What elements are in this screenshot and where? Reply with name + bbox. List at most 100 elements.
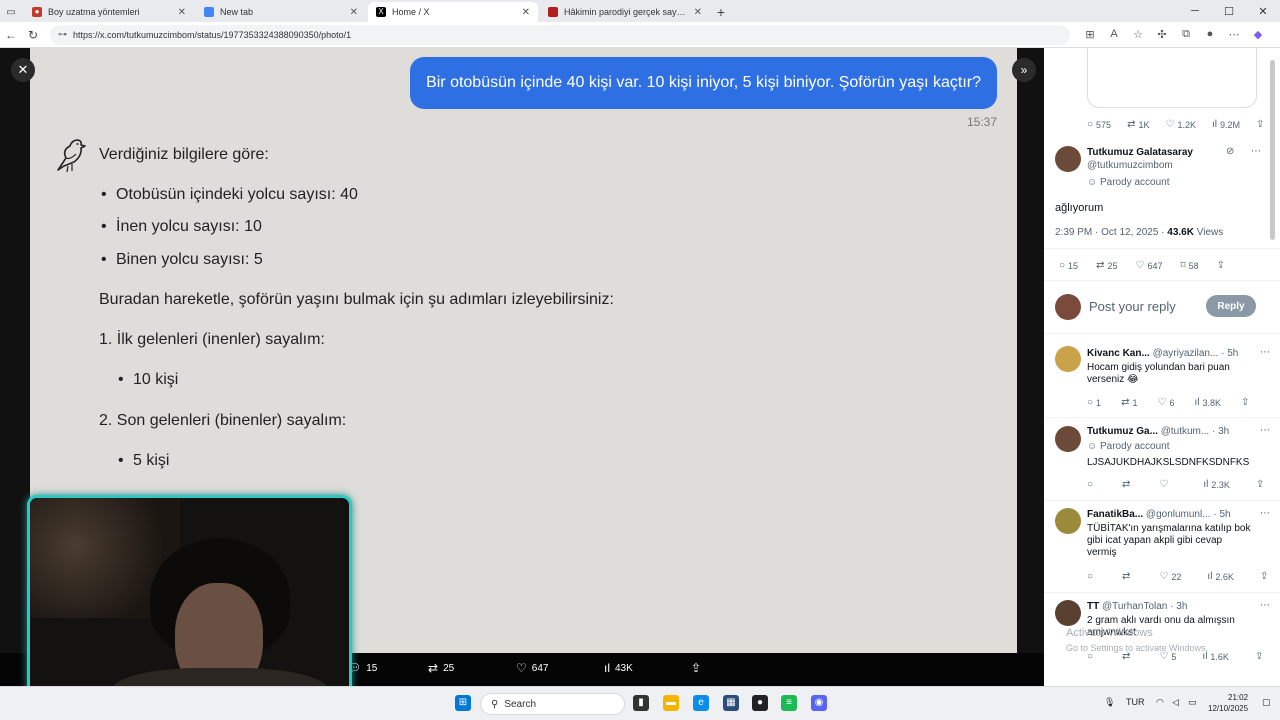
post-author-handle[interactable]: @tutkumuzcimbom <box>1087 160 1173 171</box>
share-stat[interactable]: ⇪ <box>1256 479 1267 490</box>
repost-stat[interactable]: ⇄ 1 <box>1121 397 1137 408</box>
tab-new-tab[interactable]: New tab ✕ <box>196 2 366 22</box>
repost-stat[interactable]: ⇄ <box>1122 571 1133 582</box>
avatar[interactable] <box>1055 346 1081 372</box>
reply-author[interactable]: Kivanc Kan... @ayriyazilan... · 5h <box>1087 348 1238 359</box>
address-bar[interactable]: ⊶ https://x.com/tutkumuzcimbom/status/19… <box>50 24 1070 45</box>
like-stat[interactable]: ♡ 1.2K <box>1165 119 1195 130</box>
avatar[interactable] <box>1055 600 1081 626</box>
file-explorer-icon[interactable]: ▬ <box>663 695 679 711</box>
post-timestamp[interactable]: 2:39 PM · Oct 12, 2025 · <box>1055 227 1165 238</box>
more-icon[interactable]: ⋯ <box>1260 600 1270 611</box>
views-stat[interactable]: ıl 2.3K <box>1203 479 1230 490</box>
share-action[interactable]: ⇪ <box>691 661 706 675</box>
profile-icon[interactable]: ● <box>1198 28 1222 41</box>
copilot-icon[interactable]: ◆ <box>1246 28 1270 41</box>
discord-icon[interactable]: ◉ <box>811 695 827 711</box>
heart-icon: ♡ <box>1135 260 1145 271</box>
site-info-icon[interactable]: ⊶ <box>58 29 67 40</box>
share-stat[interactable]: ⇪ <box>1255 651 1266 662</box>
reply-stat[interactable]: ○ <box>1087 571 1096 582</box>
like-stat[interactable]: ♡ 647 <box>1135 260 1162 271</box>
system-clock[interactable]: 21:02 12/10/2025 <box>1208 692 1248 714</box>
battery-icon[interactable]: ▭ <box>1188 697 1197 708</box>
maximize-icon[interactable]: ☐ <box>1212 0 1246 22</box>
repost-action[interactable]: ⇄ 25 <box>428 661 454 675</box>
translate-icon[interactable]: A <box>1102 28 1126 41</box>
new-tab-button[interactable]: + <box>710 2 732 22</box>
close-window-icon[interactable]: ✕ <box>1246 0 1280 22</box>
expand-sidebar-button[interactable]: » <box>1012 58 1036 82</box>
tab-actions-icon[interactable]: ▭ <box>0 2 22 22</box>
taskbar-search[interactable]: ⚲ Search <box>480 693 625 715</box>
share-stat[interactable]: ⇪ <box>1241 397 1252 408</box>
bookmark-stat[interactable]: ⌑ 58 <box>1180 260 1198 271</box>
repost-stat[interactable]: ⇄ <box>1122 479 1133 490</box>
views-stat[interactable]: ıl 2.6K <box>1207 571 1234 582</box>
more-icon[interactable]: ⋯ <box>1260 508 1270 519</box>
more-icon[interactable]: ⋯ <box>1260 347 1270 358</box>
like-stat[interactable]: ♡ 6 <box>1157 397 1174 408</box>
microphone-icon[interactable]: 🎙︎ <box>1104 697 1115 708</box>
volume-icon[interactable]: ◁ <box>1172 697 1179 708</box>
tab-boy-uzatma[interactable]: ● Boy uzatma yöntemleri ✕ <box>24 2 194 22</box>
edge-icon[interactable]: e <box>693 695 709 711</box>
reply-stat[interactable]: ○ 15 <box>1059 260 1078 271</box>
install-app-icon[interactable]: ⊞ <box>1078 28 1102 41</box>
avatar[interactable] <box>1055 508 1081 534</box>
repost-stat[interactable]: ⇄ 1K <box>1127 119 1149 130</box>
menu-icon[interactable]: ⋯ <box>1222 28 1246 41</box>
like-action[interactable]: ♡ 647 <box>516 661 548 675</box>
bookmark-star-icon[interactable]: ☆ <box>1126 28 1150 41</box>
avatar[interactable] <box>1055 146 1081 172</box>
more-icon[interactable]: ⋯ <box>1260 425 1270 436</box>
tab-close-icon[interactable]: ✕ <box>522 7 530 18</box>
share-stat[interactable]: ⇪ <box>1217 260 1228 271</box>
views-count: 2.6K <box>1215 571 1234 582</box>
like-count: 647 <box>1147 260 1163 271</box>
post-author-name[interactable]: Tutkumuz Galatasaray <box>1087 147 1193 158</box>
calculator-icon[interactable]: ▦ <box>723 695 739 711</box>
reply-author[interactable]: TT @TurhanTolan · 3h <box>1087 601 1187 612</box>
reload-icon[interactable]: ↻ <box>22 28 44 42</box>
share-stat[interactable]: ⇪ <box>1260 571 1271 582</box>
more-icon[interactable]: ⋯ <box>1251 146 1261 157</box>
reply-button[interactable]: Reply <box>1206 295 1256 317</box>
reply-stat[interactable]: ○ 1 <box>1087 397 1101 408</box>
tab-close-icon[interactable]: ✕ <box>350 7 358 18</box>
close-viewer-button[interactable]: ✕ <box>11 58 35 82</box>
start-icon[interactable]: ⊞ <box>455 695 471 711</box>
views-stat[interactable]: ıl 9.2M <box>1212 119 1240 130</box>
spotify-icon[interactable]: ≡ <box>781 695 797 711</box>
tab-favicon-icon: ● <box>32 7 42 17</box>
views-action[interactable]: ıl 43K <box>604 661 633 675</box>
reply-input[interactable]: Post your reply <box>1089 299 1176 314</box>
minimize-icon[interactable]: ─ <box>1178 0 1212 22</box>
views-count: 43K <box>615 662 633 674</box>
grok-icon[interactable]: ⊘ <box>1226 146 1234 157</box>
like-stat[interactable]: ♡ <box>1159 479 1171 490</box>
notifications-icon[interactable]: ▢ <box>1262 697 1271 708</box>
reply-stat[interactable]: ○ <box>1087 479 1096 490</box>
collections-icon[interactable]: ⧉ <box>1174 28 1198 41</box>
reply-author[interactable]: FanatikBa... @gonlumunl... · 5h <box>1087 509 1231 520</box>
reply-author[interactable]: Tutkumuz Ga... @tutkum... · 3h <box>1087 426 1229 437</box>
tab-close-icon[interactable]: ✕ <box>694 7 702 18</box>
views-stat[interactable]: ıl 3.8K <box>1194 397 1221 408</box>
avatar[interactable] <box>1055 426 1081 452</box>
repost-stat[interactable]: ⇄ 25 <box>1096 260 1117 271</box>
obs-icon[interactable]: ● <box>752 695 768 711</box>
extensions-icon[interactable]: ✣ <box>1150 28 1174 41</box>
search-placeholder: Search <box>504 698 537 710</box>
tab-hakimin-parodiyi[interactable]: Hâkimin parodiyi gerçek sayarak ✕ <box>540 2 710 22</box>
back-icon[interactable]: ← <box>0 28 22 42</box>
wifi-icon[interactable]: ◠ <box>1156 697 1164 708</box>
reply-stat[interactable]: ○ 575 <box>1087 119 1111 130</box>
like-stat[interactable]: ♡ 22 <box>1159 571 1181 582</box>
tab-close-icon[interactable]: ✕ <box>178 7 186 18</box>
share-stat[interactable]: ⇪ <box>1256 119 1267 130</box>
language-indicator[interactable]: TUR <box>1126 697 1145 707</box>
tab-home-x[interactable]: X Home / X ✕ <box>368 2 538 22</box>
task-view-icon[interactable]: ▮ <box>633 695 649 711</box>
sidebar-scrollbar[interactable] <box>1270 60 1275 240</box>
